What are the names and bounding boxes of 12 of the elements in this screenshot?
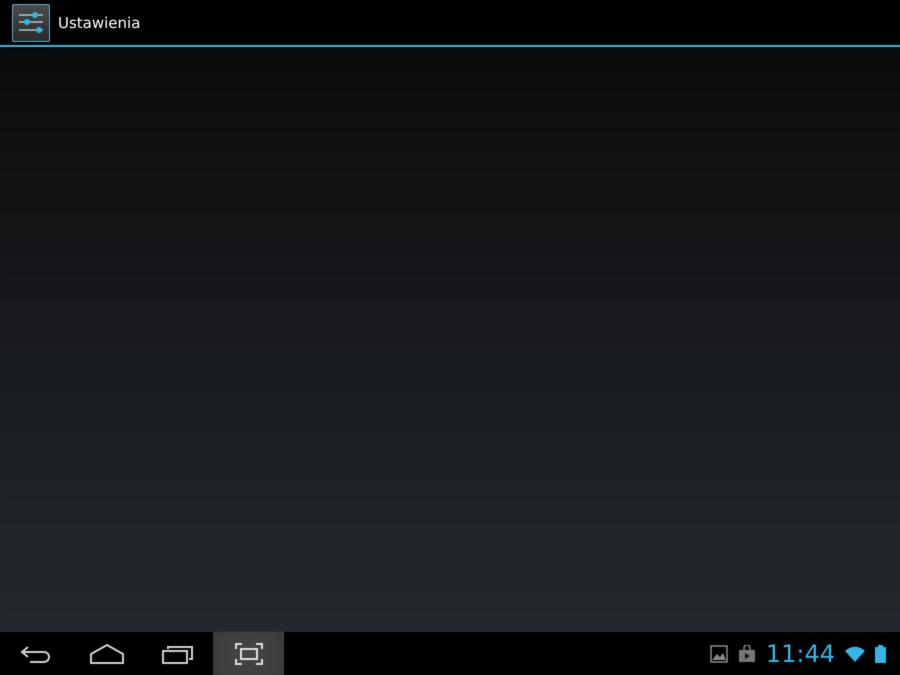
screenshot-icon (234, 642, 262, 664)
wifi-icon (845, 646, 865, 662)
picture-icon (710, 644, 728, 662)
screenshot-button[interactable] (213, 632, 284, 675)
shopping-bag-icon (738, 644, 756, 662)
clock-time: 11:44 (766, 640, 835, 668)
back-icon (20, 644, 52, 662)
recents-icon (162, 644, 194, 664)
settings-icon (12, 4, 50, 42)
battery-icon (875, 644, 886, 662)
home-icon (90, 644, 124, 664)
window-title: Ustawienia (58, 14, 140, 32)
